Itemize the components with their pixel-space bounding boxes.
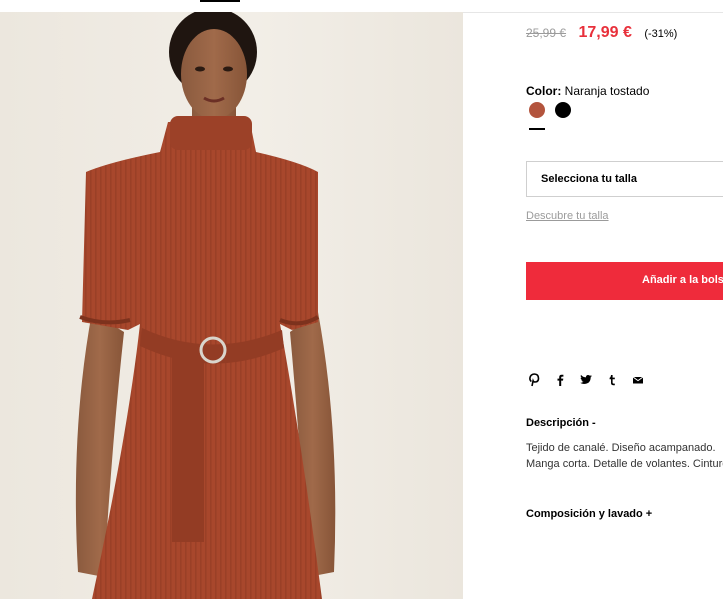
sale-price: 17,99 € — [578, 24, 632, 41]
discount-badge: (-31%) — [644, 28, 678, 40]
price-row: 25,99 € 17,99 € (-31%) — [526, 24, 677, 42]
email-icon[interactable] — [630, 372, 646, 388]
model-illustration — [75, 12, 336, 599]
active-tab-indicator — [200, 0, 240, 2]
color-label: Color: — [526, 84, 562, 98]
add-to-bag-button[interactable]: Añadir a la bolsa — [526, 262, 723, 300]
add-to-bag-label: Añadir a la bolsa — [642, 274, 723, 286]
size-select[interactable]: Selecciona tu talla — [526, 161, 723, 197]
description-heading[interactable]: Descripción - — [526, 417, 596, 429]
twitter-icon[interactable] — [578, 372, 594, 388]
product-info-panel: 25,99 € 17,99 € (-31%) Color: Naranja to… — [463, 12, 723, 599]
color-label-row: Color: Naranja tostado — [526, 84, 649, 98]
swatch-naranja-tostado[interactable] — [529, 102, 545, 118]
size-guide-link[interactable]: Descubre tu talla — [526, 210, 609, 222]
size-select-label: Selecciona tu talla — [541, 173, 637, 185]
product-image[interactable] — [0, 12, 463, 599]
description-line: Tejido de canalé. Diseño acampanado. — [526, 442, 716, 454]
description-text: Tejido de canalé. Diseño acampanado. Man… — [526, 440, 723, 472]
facebook-icon[interactable] — [552, 372, 568, 388]
original-price: 25,99 € — [526, 26, 567, 40]
color-value: Naranja tostado — [564, 84, 650, 98]
tumblr-icon[interactable] — [604, 372, 620, 388]
pinterest-icon[interactable] — [526, 372, 542, 388]
description-line: Manga corta. Detalle de volantes. Cintur… — [526, 458, 723, 470]
composition-heading[interactable]: Composición y lavado + — [526, 508, 652, 520]
selected-swatch-indicator — [529, 128, 545, 130]
swatch-negro[interactable] — [555, 102, 571, 118]
